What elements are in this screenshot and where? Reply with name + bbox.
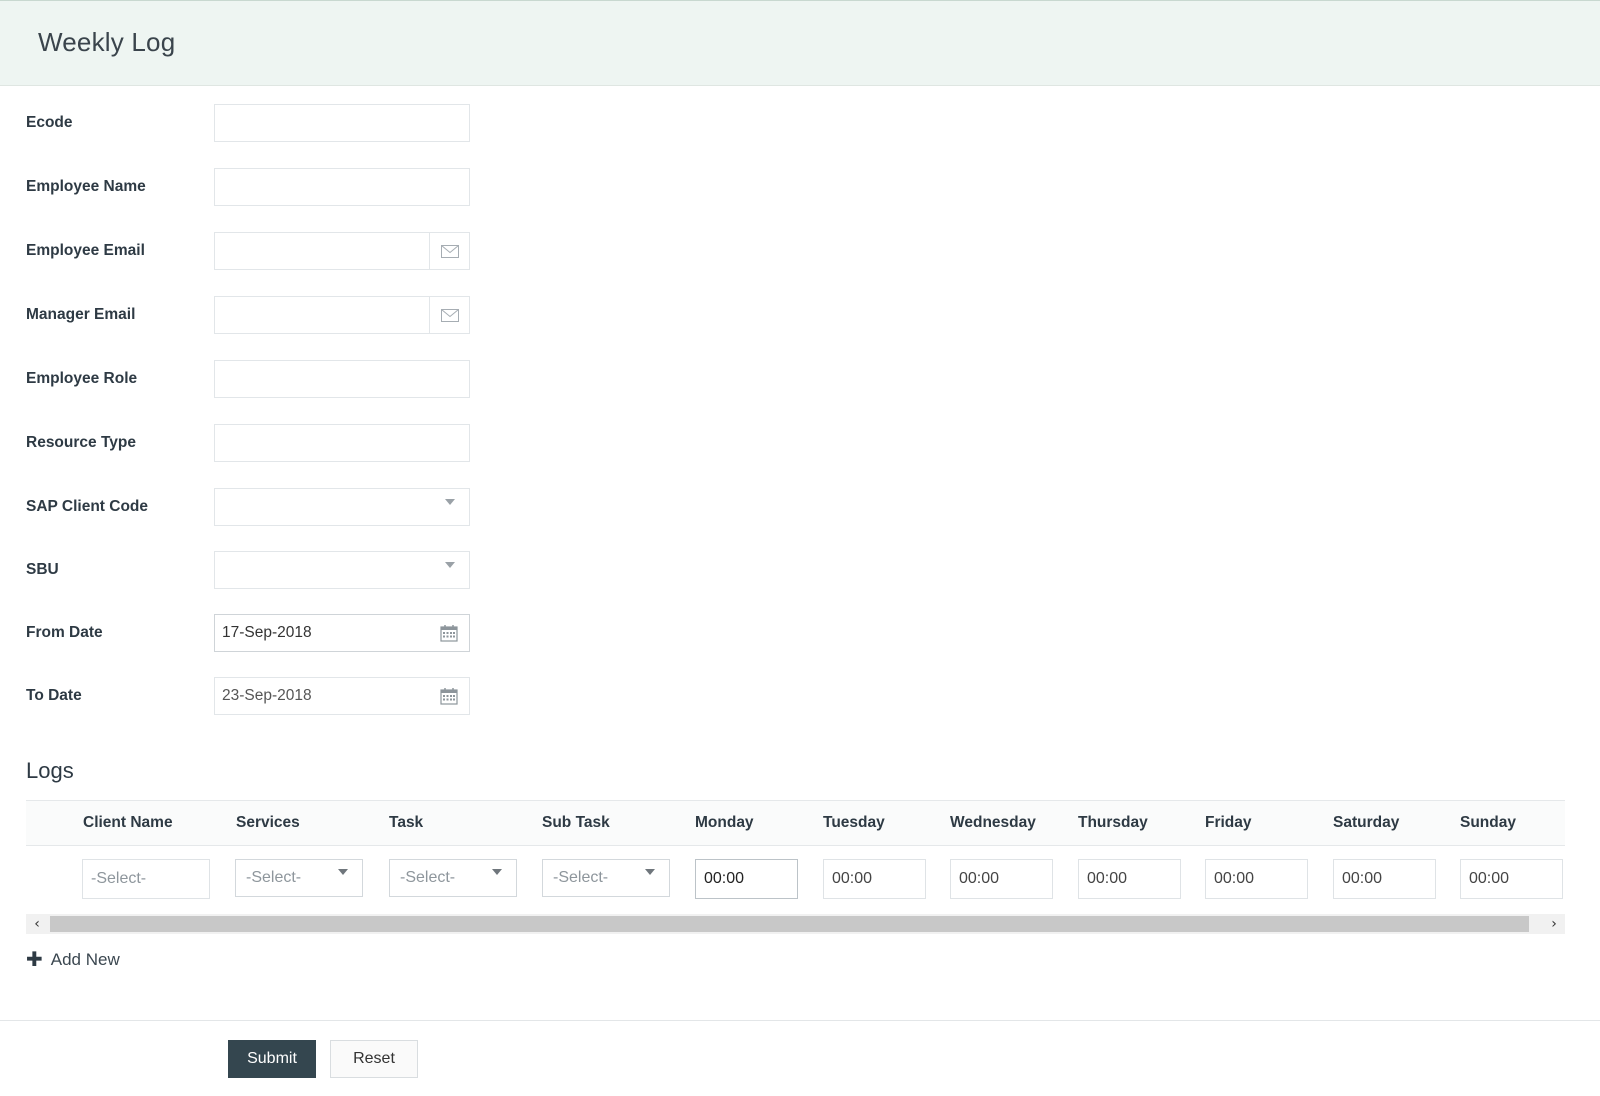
task-select-value: -Select- (400, 869, 456, 886)
to-date-row: To Date 23-Sep-2018 (0, 677, 600, 717)
manager-email-label: Manager Email (26, 306, 136, 323)
employee-email-label: Employee Email (26, 242, 145, 259)
employee-role-field[interactable] (214, 360, 470, 398)
column-header-thursday: Thursday (1078, 814, 1148, 831)
logs-table-header: Client Name Services Task Sub Task Monda… (26, 800, 1565, 846)
reset-button[interactable]: Reset (330, 1040, 418, 1078)
column-header-friday: Friday (1205, 814, 1252, 831)
logs-section-title: Logs (26, 758, 74, 783)
ecode-field[interactable] (214, 104, 470, 142)
add-new-button[interactable]: ✚ Add New (26, 950, 120, 970)
client-name-input[interactable]: -Select- (82, 859, 210, 899)
manager-email-field[interactable] (214, 296, 470, 334)
employee-name-label: Employee Name (26, 178, 146, 195)
column-header-monday: Monday (695, 814, 754, 831)
resource-type-row: Resource Type (0, 424, 600, 464)
to-date-field[interactable]: 23-Sep-2018 (214, 677, 470, 715)
column-header-client-name: Client Name (83, 814, 173, 831)
chevron-down-icon (645, 869, 655, 893)
monday-hours-input[interactable]: 00:00 (695, 859, 798, 899)
resource-type-field[interactable] (214, 424, 470, 462)
ecode-label: Ecode (26, 114, 73, 131)
sap-client-code-select[interactable] (214, 488, 470, 526)
employee-name-field[interactable] (214, 168, 470, 206)
sbu-label: SBU (26, 561, 59, 578)
from-date-label: From Date (26, 624, 103, 641)
chevron-down-icon (338, 869, 348, 893)
from-date-field[interactable]: 17-Sep-2018 (214, 614, 470, 652)
scroll-left-button[interactable]: ‹ (26, 914, 48, 934)
column-header-sub-task: Sub Task (542, 814, 610, 831)
table-row: -Select- -Select- -Select- -Select- 00:0… (26, 847, 1565, 913)
sap-client-code-row: SAP Client Code (0, 488, 600, 528)
thursday-hours-input[interactable]: 00:00 (1078, 859, 1181, 899)
chevron-down-icon (492, 869, 502, 893)
employee-email-field[interactable] (214, 232, 470, 270)
sbu-row: SBU (0, 551, 600, 591)
tuesday-hours-input[interactable]: 00:00 (823, 859, 926, 899)
column-header-saturday: Saturday (1333, 814, 1400, 831)
resource-type-label: Resource Type (26, 434, 136, 451)
friday-hours-input[interactable]: 00:00 (1205, 859, 1308, 899)
sub-task-select[interactable]: -Select- (542, 859, 670, 897)
footer-divider (0, 1020, 1600, 1021)
column-header-sunday: Sunday (1460, 814, 1516, 831)
chevron-down-icon (445, 499, 455, 523)
saturday-hours-input[interactable]: 00:00 (1333, 859, 1436, 899)
scroll-right-button[interactable]: › (1543, 914, 1565, 934)
sap-client-code-label: SAP Client Code (26, 498, 149, 515)
column-header-task: Task (389, 814, 424, 831)
employee-role-row: Employee Role (0, 360, 600, 400)
calendar-icon[interactable] (429, 615, 469, 651)
services-select-value: -Select- (246, 869, 302, 886)
page-title: Weekly Log (38, 27, 176, 57)
ecode-row: Ecode (0, 104, 600, 144)
page-header: Weekly Log (0, 0, 1600, 86)
mail-icon (429, 297, 469, 333)
wednesday-hours-input[interactable]: 00:00 (950, 859, 1053, 899)
plus-icon: ✚ (26, 949, 43, 971)
scrollbar-thumb[interactable] (50, 916, 1529, 932)
manager-email-row: Manager Email (0, 296, 600, 336)
services-select[interactable]: -Select- (235, 859, 363, 897)
calendar-icon[interactable] (429, 678, 469, 714)
sub-task-select-value: -Select- (553, 869, 609, 886)
employee-role-label: Employee Role (26, 370, 138, 387)
column-header-tuesday: Tuesday (823, 814, 885, 831)
employee-name-row: Employee Name (0, 168, 600, 208)
mail-icon (429, 233, 469, 269)
add-new-label: Add New (50, 950, 120, 969)
task-select[interactable]: -Select- (389, 859, 517, 897)
employee-email-row: Employee Email (0, 232, 600, 272)
column-header-wednesday: Wednesday (950, 814, 1036, 831)
sunday-hours-input[interactable]: 00:00 (1460, 859, 1563, 899)
horizontal-scrollbar[interactable]: ‹ › (26, 914, 1565, 934)
from-date-row: From Date 17-Sep-2018 (0, 614, 600, 654)
chevron-down-icon (445, 562, 455, 586)
to-date-label: To Date (26, 687, 82, 704)
submit-button[interactable]: Submit (228, 1040, 316, 1078)
sbu-select[interactable] (214, 551, 470, 589)
column-header-services: Services (236, 814, 300, 831)
